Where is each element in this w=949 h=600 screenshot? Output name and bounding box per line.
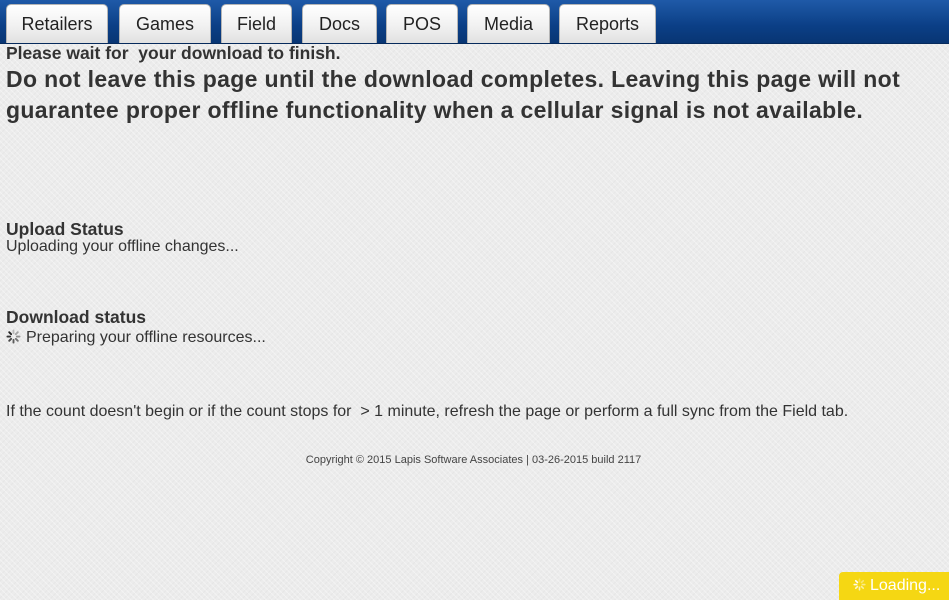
download-status-text: Preparing your offline resources... [26,329,266,346]
download-warning: Do not leave this page until the downloa… [6,66,901,123]
tab-pos[interactable]: POS [386,4,458,43]
tab-reports[interactable]: Reports [559,4,656,43]
tab-docs[interactable]: Docs [302,4,377,43]
upload-status-text: Uploading your offline changes... [6,238,239,255]
download-status-heading: Download status [6,307,147,327]
top-nav-bar: Retailers Games Field Docs POS Media Rep… [0,0,949,44]
loading-badge: Loading... [839,572,949,600]
tab-retailers[interactable]: Retailers [6,4,108,43]
loading-label: Loading... [870,577,941,594]
tab-games[interactable]: Games [119,4,211,43]
spinner-icon [853,578,866,591]
sync-instructions: If the count doesn't begin or if the cou… [6,403,849,420]
tab-field[interactable]: Field [221,4,292,43]
wait-message: Please wait for your download to finish. [6,43,341,63]
upload-status-heading: Upload Status [6,219,124,239]
download-status-line: Preparing your offline resources... [6,329,266,347]
spinner-icon [6,329,21,344]
copyright-footer: Copyright © 2015 Lapis Software Associat… [305,454,642,466]
tab-media[interactable]: Media [467,4,550,43]
